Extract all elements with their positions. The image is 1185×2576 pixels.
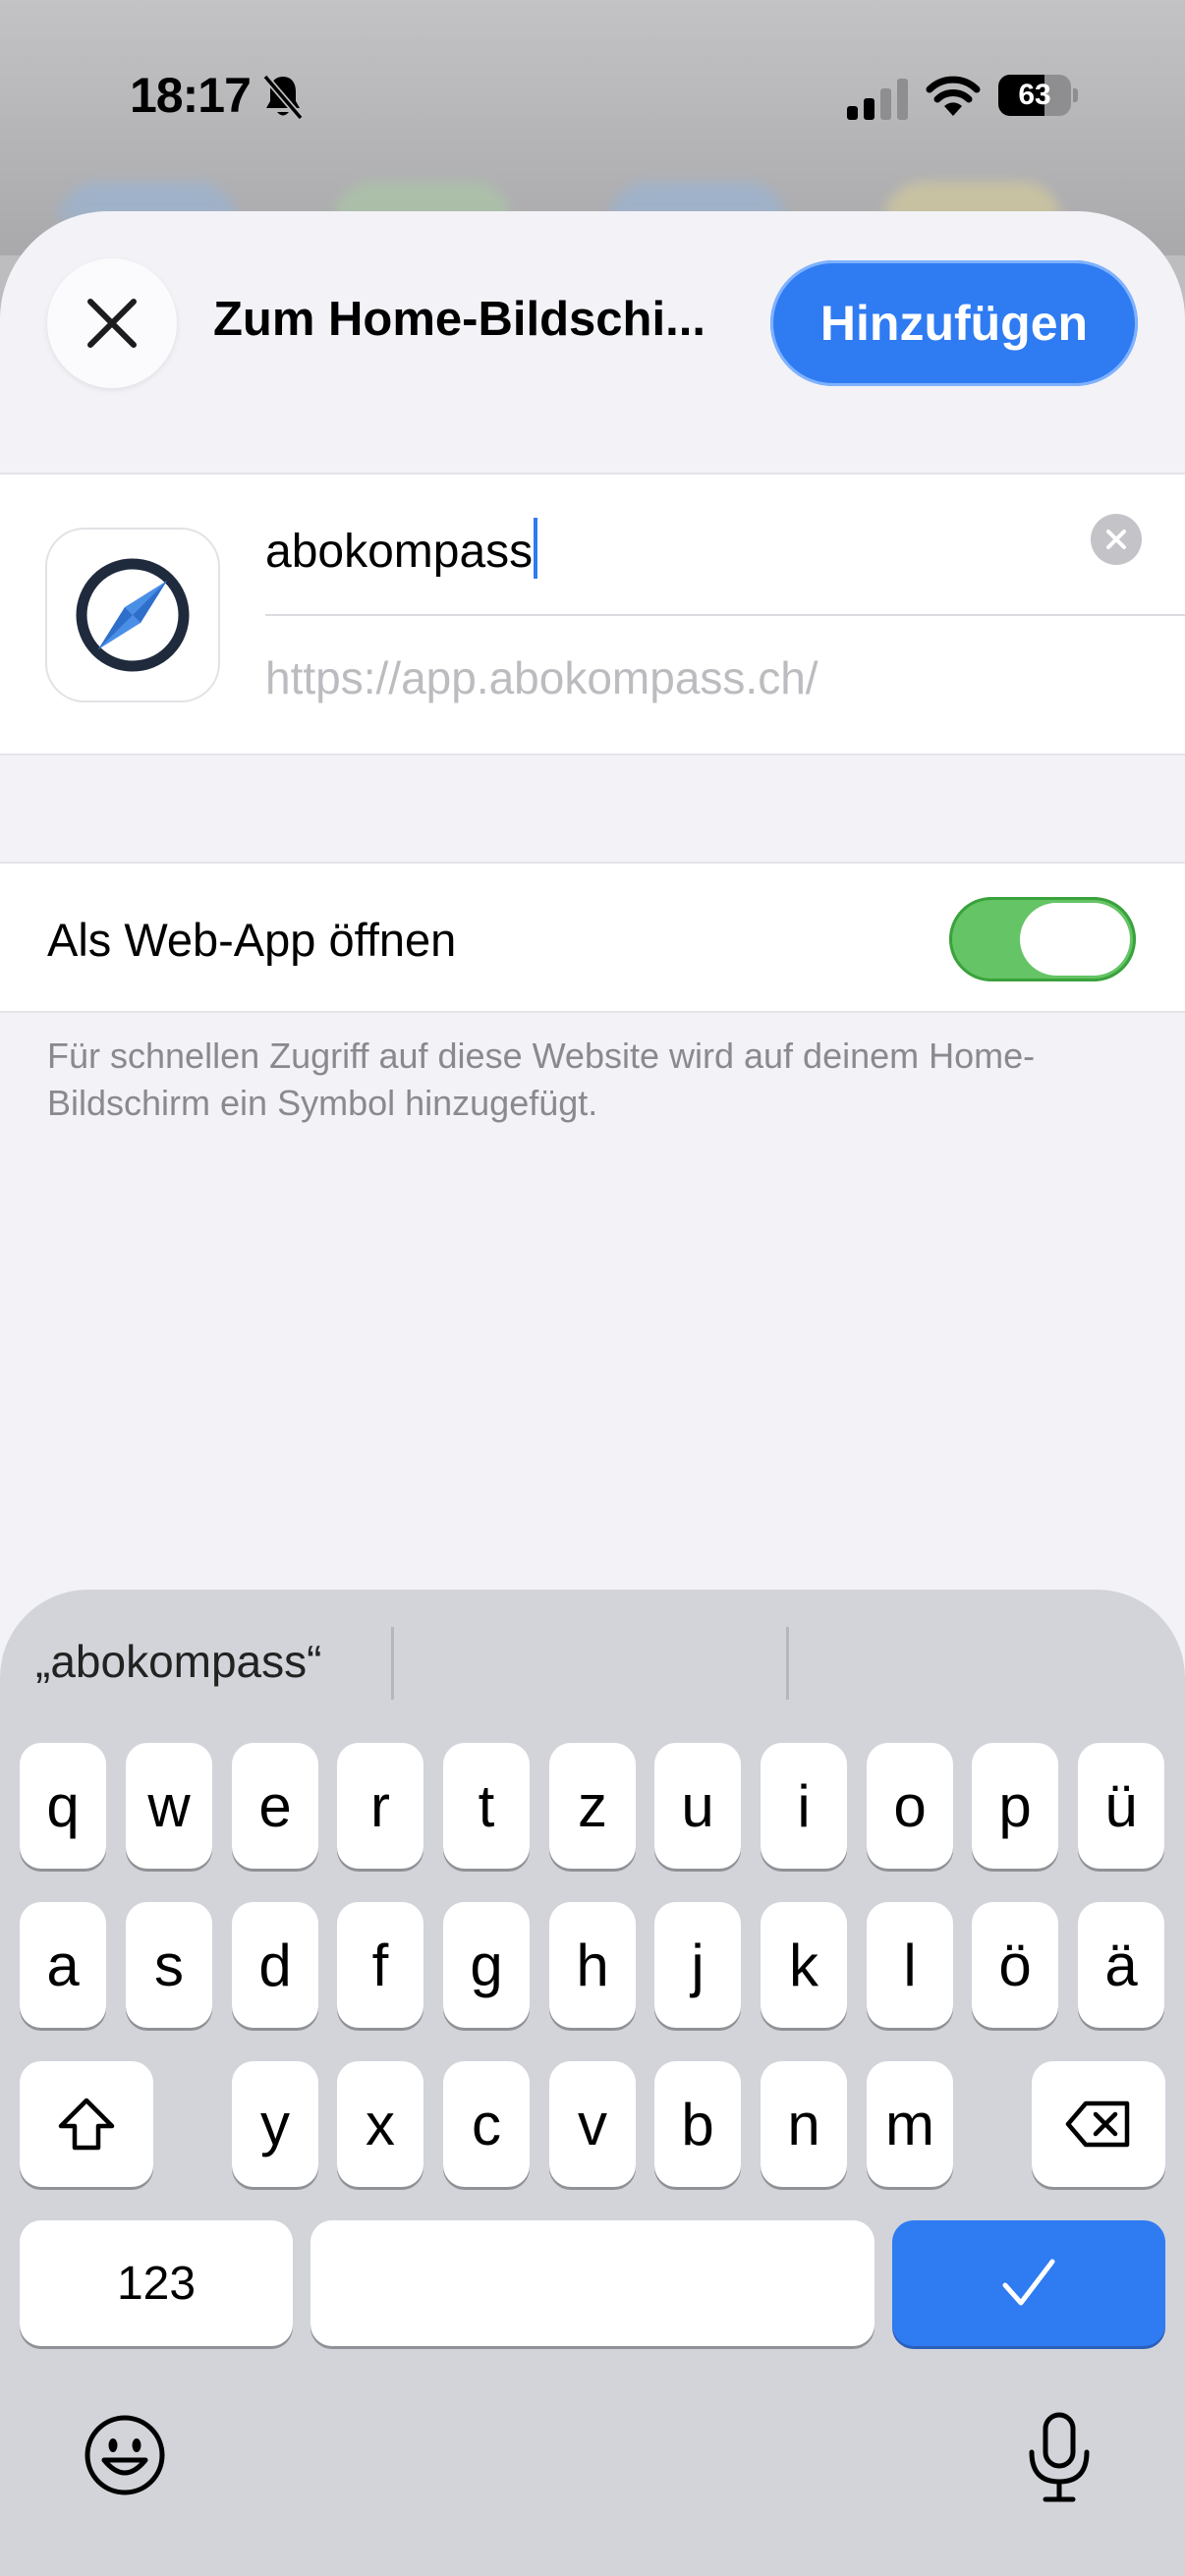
footnote-text: Für schnellen Zugriff auf diese Website … [47,1036,1036,1123]
webapp-setting-row: Als Web-App öffnen [0,862,1185,1013]
name-input[interactable]: abokompass [265,475,1185,616]
key-r[interactable]: r [337,1743,423,1869]
url-text: https://app.abokompass.ch/ [265,652,818,703]
compass-icon [76,558,190,672]
key-e[interactable]: e [232,1743,318,1869]
close-icon [87,299,137,348]
checkmark-icon [1002,2259,1055,2306]
suggestion-1[interactable]: „abokompass“ [35,1635,321,1688]
clock: 18:17 [130,68,252,123]
key-w[interactable]: w [126,1743,212,1869]
key-m[interactable]: m [867,2061,953,2187]
key-b[interactable]: b [654,2061,741,2187]
key-ue[interactable]: ü [1078,1743,1164,1869]
add-button[interactable]: Hinzufügen [770,260,1138,386]
key-u[interactable]: u [654,1743,741,1869]
name-input-value: abokompass [265,518,538,579]
webapp-label: Als Web-App öffnen [47,914,457,966]
clear-text-button[interactable] [1091,514,1142,565]
suggestion-divider [786,1627,789,1700]
microphone-icon[interactable] [1022,2411,1097,2505]
sheet-title: Zum Home-Bildschi... [213,293,705,346]
suggestion-bar: „abokompass“ [0,1590,1185,1727]
suggestion-divider [391,1627,394,1700]
text-cursor [534,518,538,579]
key-y[interactable]: y [232,2061,318,2187]
key-z[interactable]: z [549,1743,636,1869]
shift-icon [58,2098,115,2151]
key-x[interactable]: x [337,2061,423,2187]
battery-percentage: 63 [1018,79,1051,111]
shift-key[interactable] [20,2061,153,2187]
bookmark-details-card: abokompass https://app.abokompass.ch/ [0,473,1185,756]
delete-key[interactable] [1032,2061,1165,2187]
keyboard: „abokompass“ q w e r t z u i o p ü a s d… [0,1590,1185,2576]
key-a[interactable]: a [20,1902,106,2028]
key-t[interactable]: t [443,1743,530,1869]
numbers-key[interactable]: 123 [20,2220,293,2346]
key-l[interactable]: l [867,1902,953,2028]
key-f[interactable]: f [337,1902,423,2028]
toggle-knob [1020,903,1130,976]
emoji-icon[interactable] [83,2413,167,2497]
key-n[interactable]: n [761,2061,847,2187]
app-icon-preview [45,528,220,702]
key-k[interactable]: k [761,1902,847,2028]
status-bar: 18:17 63 [0,59,1185,138]
key-i[interactable]: i [761,1743,847,1869]
key-g[interactable]: g [443,1902,530,2028]
key-oe[interactable]: ö [972,1902,1058,2028]
space-key[interactable] [310,2220,875,2346]
delete-icon [1065,2100,1130,2148]
key-p[interactable]: p [972,1743,1058,1869]
done-key[interactable] [892,2220,1165,2346]
clear-icon [1106,530,1126,549]
key-j[interactable]: j [654,1902,741,2028]
battery-icon: 63 [998,75,1078,116]
key-ae[interactable]: ä [1078,1902,1164,2028]
bell-slash-icon [262,74,304,121]
wifi-icon [926,76,981,116]
key-o[interactable]: o [867,1743,953,1869]
key-d[interactable]: d [232,1902,318,2028]
key-s[interactable]: s [126,1902,212,2028]
key-c[interactable]: c [443,2061,530,2187]
cellular-signal-icon [847,79,908,120]
close-button[interactable] [47,258,177,388]
webapp-toggle[interactable] [949,897,1136,981]
key-h[interactable]: h [549,1902,636,2028]
key-q[interactable]: q [20,1743,106,1869]
key-v[interactable]: v [549,2061,636,2187]
